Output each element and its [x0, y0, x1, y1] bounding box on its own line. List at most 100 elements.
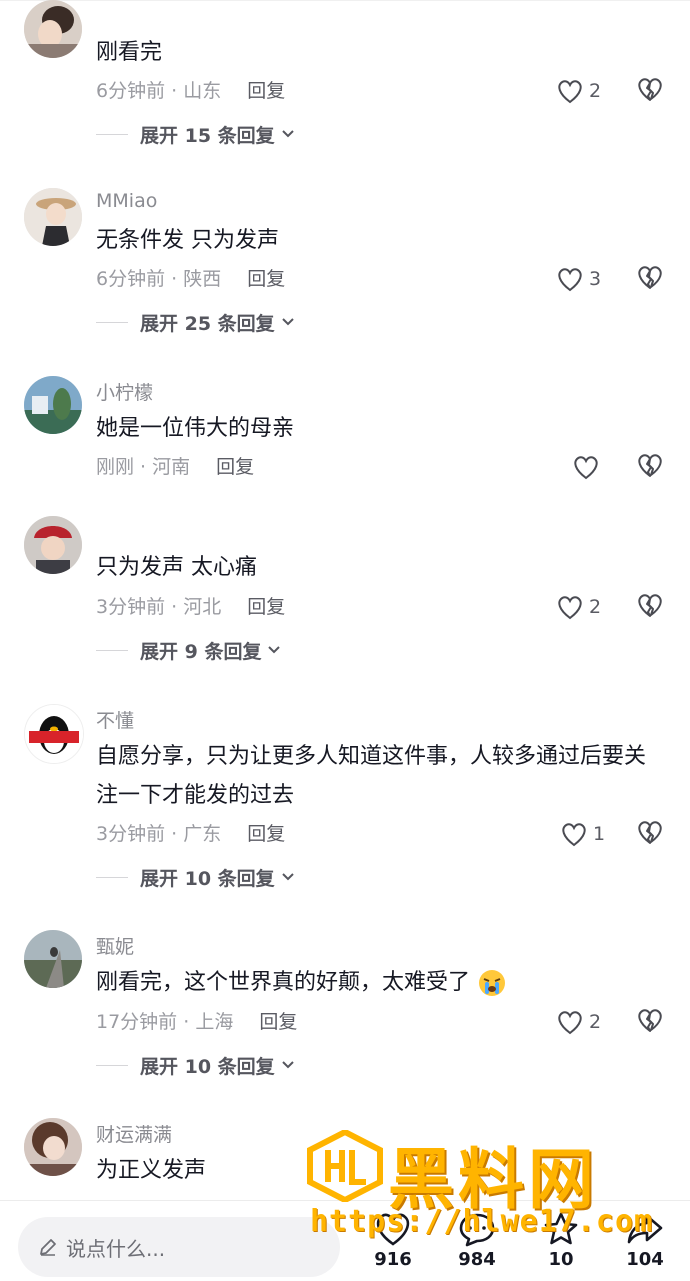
comment-time: 17分钟前 [96, 1011, 178, 1033]
reply-button[interactable]: 回复 [216, 456, 254, 478]
expand-divider [96, 321, 128, 323]
chevron-down-icon [281, 1061, 294, 1069]
username[interactable]: 甄妮 [96, 932, 134, 959]
expand-replies-label: 展开 10 条回复 [140, 867, 275, 890]
expand-replies-label: 展开 25 条回复 [140, 312, 275, 335]
username[interactable]: 小柠檬 [96, 378, 153, 405]
comment-time: 6分钟前 [96, 268, 166, 290]
meta-separator: · [165, 823, 184, 845]
dislike-button[interactable] [636, 76, 666, 106]
expand-divider [96, 876, 128, 878]
comment-location: 陕西 [183, 268, 222, 290]
like-count: 2 [589, 80, 602, 102]
heart-icon [574, 456, 598, 480]
expand-replies-button[interactable]: 展开 9 条回复 [96, 635, 281, 665]
broken-heart-icon [638, 821, 662, 844]
dislike-button[interactable] [636, 592, 666, 622]
reply-button[interactable]: 回复 [247, 823, 285, 845]
comment-input-placeholder: 说点什么... [66, 1236, 166, 1261]
comment-meta: 3分钟前 · 河北 回复 [96, 592, 285, 622]
comment-meta: 6分钟前 · 山东 回复 [96, 76, 285, 106]
comment-meta: 6分钟前 · 陕西 回复 [96, 264, 285, 294]
chevron-down-icon [268, 646, 281, 654]
like-count: 2 [589, 1011, 602, 1033]
comment-meta: 刚刚 · 河南 回复 [96, 452, 254, 482]
broken-heart-icon [638, 454, 662, 477]
pencil-icon [40, 1239, 56, 1256]
comment-meta: 3分钟前 · 广东 回复 [96, 819, 285, 849]
dislike-button[interactable] [636, 819, 666, 849]
reply-button[interactable]: 回复 [247, 80, 285, 102]
username[interactable]: MMiao [96, 190, 157, 212]
comment-location: 上海 [195, 1011, 234, 1033]
heart-icon [558, 80, 582, 104]
like-action-count: 916 [374, 1249, 412, 1270]
like-button[interactable]: 2 [556, 76, 616, 106]
share-action-count: 104 [626, 1249, 664, 1270]
comment-list[interactable]: 刚看完 6分钟前 · 山东 回复 2 展开 15 条回复 MMiao 无条件发 只… [0, 0, 690, 1200]
heart-icon [558, 1011, 582, 1035]
meta-separator: · [165, 80, 184, 102]
expand-divider [96, 1064, 128, 1066]
reply-button[interactable]: 回复 [247, 596, 285, 618]
comment-text: 只为发声 太心痛 [96, 555, 257, 580]
expand-divider [96, 649, 128, 651]
reply-button[interactable]: 回复 [247, 268, 285, 290]
expand-replies-label: 展开 15 条回复 [140, 124, 275, 147]
crying-face-emoji-icon [479, 970, 506, 996]
expand-replies-label: 展开 10 条回复 [140, 1055, 275, 1078]
expand-replies-button[interactable]: 展开 10 条回复 [96, 1050, 295, 1080]
comment-time: 3分钟前 [96, 823, 166, 845]
comment-location: 河北 [183, 596, 222, 618]
favorite-action-count: 10 [548, 1249, 574, 1270]
dislike-button[interactable] [636, 264, 666, 294]
comment-text: 无条件发 只为发声 [96, 228, 279, 253]
comment-text: 为正义发声 [96, 1158, 207, 1183]
like-action-button[interactable]: 916 [358, 1211, 428, 1279]
comment-action-button[interactable]: 984 [442, 1211, 512, 1279]
bottom-action-bar: 说点什么... 916 984 10 104 [0, 1200, 690, 1281]
avatar[interactable] [24, 376, 82, 434]
avatar[interactable] [24, 1118, 82, 1176]
avatar[interactable] [24, 0, 82, 58]
comment-text: 刚看完 [96, 40, 163, 65]
comment-time: 3分钟前 [96, 596, 166, 618]
comment-location: 山东 [183, 80, 222, 102]
dislike-button[interactable] [636, 1007, 666, 1037]
share-action-button[interactable]: 104 [610, 1211, 680, 1279]
expand-replies-button[interactable]: 展开 15 条回复 [96, 119, 295, 149]
avatar[interactable] [24, 930, 82, 988]
comment-meta: 17分钟前 · 上海 回复 [96, 1007, 297, 1037]
comment-input[interactable]: 说点什么... [18, 1217, 340, 1277]
avatar[interactable] [24, 188, 82, 246]
comment-time: 6分钟前 [96, 80, 166, 102]
like-count: 3 [589, 268, 602, 290]
avatar[interactable] [24, 704, 84, 764]
heart-icon [376, 1213, 410, 1246]
username[interactable]: 财运满满 [96, 1120, 172, 1147]
reply-button[interactable]: 回复 [259, 1011, 297, 1033]
like-button[interactable]: 2 [556, 1007, 616, 1037]
broken-heart-icon [638, 1009, 662, 1032]
heart-icon [562, 823, 586, 847]
like-count: 1 [593, 823, 606, 845]
expand-replies-label: 展开 9 条回复 [140, 640, 262, 663]
share-icon [627, 1214, 663, 1244]
favorite-action-button[interactable]: 10 [526, 1211, 596, 1279]
avatar[interactable] [24, 516, 82, 574]
broken-heart-icon [638, 594, 662, 617]
comment-text: 自愿分享，只为让更多人知道这件事，人较多通过后要关注一下才能发的过去 [96, 744, 647, 808]
expand-replies-button[interactable]: 展开 25 条回复 [96, 307, 295, 337]
like-button[interactable]: 3 [556, 264, 616, 294]
like-button[interactable]: 1 [560, 819, 620, 849]
username[interactable]: 不懂 [96, 706, 134, 733]
comment-text-body: 刚看完，这个世界真的好颠，太难受了 [96, 970, 471, 995]
broken-heart-icon [638, 266, 662, 289]
dislike-button[interactable] [636, 452, 666, 482]
comment-location: 河南 [152, 456, 191, 478]
expand-replies-button[interactable]: 展开 10 条回复 [96, 862, 295, 892]
like-button[interactable] [572, 452, 632, 482]
like-button[interactable]: 2 [556, 592, 616, 622]
meta-separator: · [177, 1011, 196, 1033]
star-icon [544, 1212, 578, 1245]
